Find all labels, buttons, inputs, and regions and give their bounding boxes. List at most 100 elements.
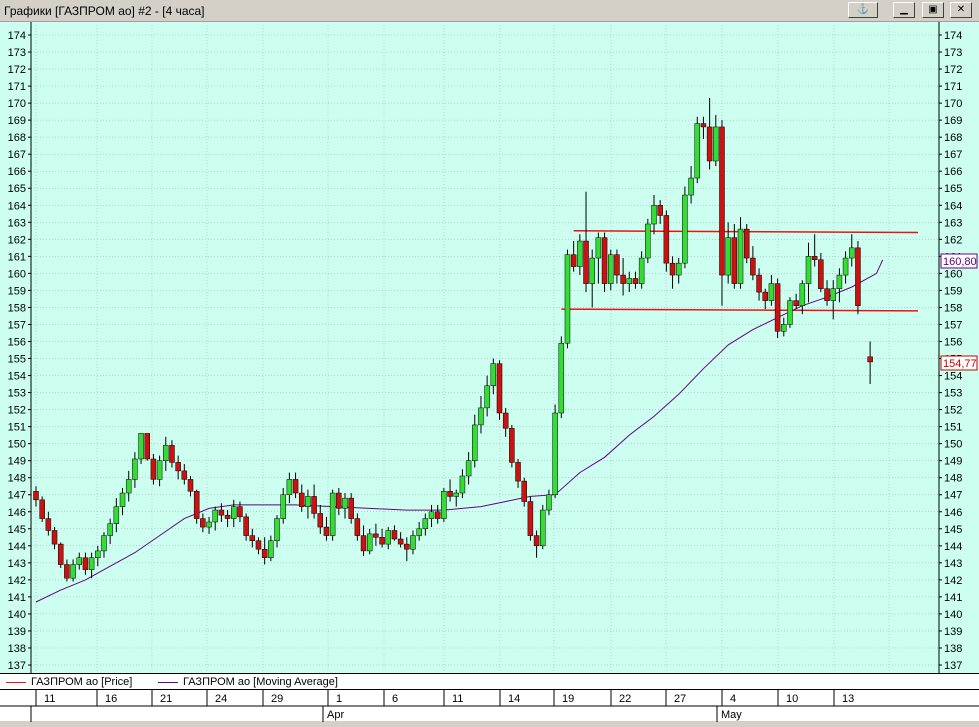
candle[interactable] xyxy=(509,424,515,468)
left-tick-label: 171 xyxy=(8,81,26,93)
candle-body xyxy=(583,240,589,284)
left-tick-label: 172 xyxy=(8,64,26,76)
candle[interactable] xyxy=(558,336,565,419)
candle-body xyxy=(731,237,738,284)
left-tick-label: 143 xyxy=(8,558,26,570)
candle[interactable] xyxy=(564,249,571,349)
close-button[interactable]: ✕ xyxy=(950,2,972,18)
day-label: 1 xyxy=(336,693,342,705)
right-tick-label: 152 xyxy=(944,405,962,417)
legend-item-ma[interactable]: ГАЗПРОМ ао [Moving Average] xyxy=(158,676,338,688)
candle-body xyxy=(206,521,212,528)
candle-body xyxy=(45,518,52,531)
right-tick-label: 174 xyxy=(944,30,962,42)
candle-body xyxy=(422,518,429,530)
candle-body xyxy=(379,537,385,545)
candle-body xyxy=(280,494,286,519)
candle[interactable] xyxy=(601,232,608,293)
candle[interactable] xyxy=(540,504,546,550)
candle-body xyxy=(564,254,571,344)
candle-body xyxy=(447,491,453,497)
candle[interactable] xyxy=(743,224,750,264)
price-chart[interactable]: 174 173 172 171 170 169 168 167 166 165 164 163 162 1… xyxy=(0,22,979,673)
candle-body xyxy=(354,518,361,536)
candle[interactable] xyxy=(552,404,558,499)
anchor-icon: ⚓ xyxy=(856,4,870,15)
candle[interactable] xyxy=(193,489,200,524)
candle-body xyxy=(663,215,670,264)
date-axis-svg: 11 16 21 24 29 1 6 11 14 19 22 27 4 10 13Apr May xyxy=(0,690,979,722)
day-label: 24 xyxy=(215,693,227,705)
candle[interactable] xyxy=(855,241,861,315)
left-tick-label: 169 xyxy=(8,115,26,127)
day-label: 14 xyxy=(508,693,520,705)
candle-body xyxy=(836,274,843,289)
maximize-icon: ▣ xyxy=(928,4,938,15)
candle-body xyxy=(478,407,484,426)
candle-body xyxy=(638,257,645,284)
date-axis: 11 16 21 24 29 1 6 11 14 19 22 27 4 10 13 Apr May xyxy=(0,689,979,722)
candle-body xyxy=(218,509,225,516)
legend-ma-label: ГАЗПРОМ ао [Moving Average] xyxy=(183,676,338,688)
candle-body xyxy=(336,492,342,509)
close-icon: ✕ xyxy=(956,4,966,15)
candle-body xyxy=(163,445,169,461)
right-tick-label: 159 xyxy=(944,285,962,297)
candle[interactable] xyxy=(144,433,150,461)
day-label: 16 xyxy=(105,693,117,705)
right-tick-label: 165 xyxy=(944,183,962,195)
candle[interactable] xyxy=(682,186,688,269)
right-tick-label: 137 xyxy=(944,660,962,672)
candle-body xyxy=(385,530,392,545)
right-tick-label: 147 xyxy=(944,490,962,502)
candle[interactable] xyxy=(441,487,447,522)
candle-body xyxy=(113,506,120,524)
candle-body xyxy=(688,177,694,196)
right-tick-label: 153 xyxy=(944,388,962,400)
maximize-button[interactable]: ▣ xyxy=(922,2,944,18)
last-price-label: 154,77 xyxy=(943,358,977,370)
anchor-button[interactable]: ⚓ xyxy=(848,2,878,18)
candle[interactable] xyxy=(774,278,781,339)
candle-body xyxy=(391,530,398,540)
right-tick-label: 173 xyxy=(944,47,962,59)
candle[interactable] xyxy=(787,297,793,328)
candle-body xyxy=(540,509,546,547)
right-tick-label: 154 xyxy=(944,371,962,383)
candle-body xyxy=(502,412,509,429)
candle[interactable] xyxy=(57,542,64,568)
candle-body xyxy=(490,363,497,387)
candle[interactable] xyxy=(645,218,651,264)
legend-item-price[interactable]: ГАЗПРОМ ао [Price] xyxy=(6,676,132,688)
candle[interactable] xyxy=(694,116,701,184)
candle-body xyxy=(237,506,243,518)
candle[interactable] xyxy=(329,489,336,541)
candle-body xyxy=(107,523,113,536)
candle-body xyxy=(212,509,218,523)
right-tick-label: 168 xyxy=(944,132,962,144)
day-label: 11 xyxy=(44,693,55,705)
left-tick-label: 157 xyxy=(8,319,26,331)
left-tick-label: 158 xyxy=(8,302,26,314)
right-tick-label: 169 xyxy=(944,115,962,127)
left-tick-label: 168 xyxy=(8,132,26,144)
month-label: Apr xyxy=(327,709,344,721)
candle-body xyxy=(119,492,126,507)
candle-body xyxy=(533,535,540,547)
candle-body xyxy=(187,479,194,492)
chart-background xyxy=(0,22,979,673)
minimize-button[interactable]: ▁ xyxy=(893,2,915,18)
candle[interactable] xyxy=(663,210,670,272)
candle-body xyxy=(39,499,45,519)
candle-body xyxy=(169,445,175,463)
right-tick-label: 140 xyxy=(944,609,962,621)
candle-body xyxy=(496,363,503,414)
candle[interactable] xyxy=(527,496,534,541)
day-label: 6 xyxy=(392,693,398,705)
candle[interactable] xyxy=(496,360,503,420)
candle-body xyxy=(397,538,404,545)
candle[interactable] xyxy=(39,496,45,522)
candle-body xyxy=(509,428,515,463)
candle-body xyxy=(824,288,830,301)
month-label: May xyxy=(721,709,742,721)
